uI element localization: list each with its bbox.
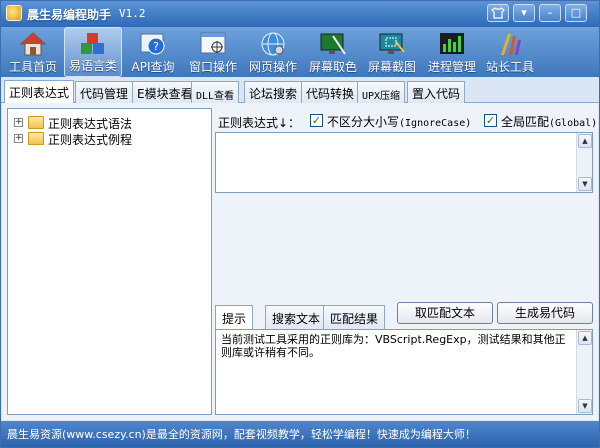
app-version: V1.2 xyxy=(119,7,146,20)
tab-regex[interactable]: 正则表达式 xyxy=(4,80,75,103)
shirt-icon xyxy=(491,7,505,19)
toolbar-item-elang[interactable]: 易语言类 xyxy=(64,27,122,77)
expand-icon[interactable]: + xyxy=(14,134,23,143)
house-icon xyxy=(19,32,47,56)
subtab-search-text[interactable]: 搜索文本 xyxy=(265,305,328,329)
tab-emodule-view[interactable]: E模块查看 xyxy=(132,81,198,103)
minimize-button[interactable]: – xyxy=(539,4,561,22)
title-bar: 晨生易编程助手 V1.2 ▾ – □ xyxy=(1,1,599,27)
help-window-icon: ? xyxy=(140,33,165,55)
ignore-case-hint: (IgnoreCase) xyxy=(399,118,472,129)
menu-icon: ▾ xyxy=(521,6,527,19)
subtab-match-result[interactable]: 匹配结果 xyxy=(323,305,386,329)
result-textbox[interactable]: 当前测试工具采用的正则库为：VBScript.RegExp，测试结果和其他正则库… xyxy=(215,329,593,415)
tab-code-convert[interactable]: 代码转换 xyxy=(301,81,360,103)
global-label: 全局匹配 xyxy=(501,115,550,129)
tab-insert-code[interactable]: 置入代码 xyxy=(407,81,466,103)
scroll-down-icon[interactable]: ▼ xyxy=(578,177,592,191)
toolbar-item-process[interactable]: 进程管理 xyxy=(425,27,479,77)
app-logo-icon xyxy=(6,5,22,21)
checkbox-check-icon: ✓ xyxy=(484,114,497,127)
global-hint: (Global) xyxy=(549,118,598,129)
toolbar-label-color: 屏幕取色 xyxy=(308,60,357,74)
regex-panel: + 正则表达式语法 + 正则表达式例程 正则表达式↓： ✓ 不区分大小写(Ign… xyxy=(2,103,598,420)
status-text: 晨生易资源(www.csezy.cn)是最全的资源网，配套视频教学，轻松学编程！… xyxy=(7,428,476,441)
process-chart-icon xyxy=(440,33,464,54)
toolbar-item-web[interactable]: 网页操作 xyxy=(245,27,301,77)
toolbar-label-home: 工具首页 xyxy=(8,60,57,74)
regex-input-scrollbar[interactable]: ▲ ▼ xyxy=(576,133,592,192)
color-picker-icon xyxy=(320,33,346,55)
status-bar: 晨生易资源(www.csezy.cn)是最全的资源网，配套视频教学，轻松学编程！… xyxy=(1,421,599,447)
toolbar-label-screenshot: 屏幕截图 xyxy=(367,60,416,74)
folder-icon xyxy=(28,132,44,145)
maximize-icon: □ xyxy=(570,6,582,19)
main-toolbar: 工具首页 易语言类 ? API查询 窗口操作 网页操作 屏幕取色 屏幕截图 进程… xyxy=(1,27,599,77)
regex-input[interactable]: ▲ ▼ xyxy=(215,132,593,193)
tab-dll-view[interactable]: DLL查看 xyxy=(191,81,240,103)
toolbar-item-color[interactable]: 屏幕取色 xyxy=(306,27,360,77)
toolbar-item-home[interactable]: 工具首页 xyxy=(5,27,61,77)
webmaster-tools-icon xyxy=(501,34,521,55)
app-window: 晨生易编程助手 V1.2 ▾ – □ 工具首页 易语言类 ? API查询 窗口操… xyxy=(0,0,600,448)
regex-tree-view[interactable]: + 正则表达式语法 + 正则表达式例程 xyxy=(7,108,212,415)
result-scrollbar[interactable]: ▲ ▼ xyxy=(576,330,592,414)
toolbar-item-api[interactable]: ? API查询 xyxy=(126,27,180,77)
toolbar-item-webmaster[interactable]: 站长工具 xyxy=(483,27,537,77)
toolbar-label-window: 窗口操作 xyxy=(188,60,237,74)
scroll-down-icon[interactable]: ▼ xyxy=(578,399,592,413)
maximize-button[interactable]: □ xyxy=(565,4,587,22)
folder-icon xyxy=(28,116,44,129)
tab-upx-compress[interactable]: UPX压缩 xyxy=(357,81,406,103)
get-match-text-button[interactable]: 取匹配文本 xyxy=(397,302,493,324)
app-title: 晨生易编程助手 xyxy=(27,8,112,22)
ignore-case-label: 不区分大小写 xyxy=(327,115,400,129)
result-text: 当前测试工具采用的正则库为：VBScript.RegExp，测试结果和其他正则库… xyxy=(221,333,566,359)
tree-item-label: 正则表达式例程 xyxy=(48,133,133,147)
toolbar-item-window[interactable]: 窗口操作 xyxy=(185,27,241,77)
expand-icon[interactable]: + xyxy=(14,118,23,127)
svg-text:?: ? xyxy=(153,40,159,53)
toolbar-label-process: 进程管理 xyxy=(427,60,476,74)
menu-button[interactable]: ▾ xyxy=(513,4,535,22)
toolbar-label-elang: 易语言类 xyxy=(68,59,117,73)
tab-code-manage[interactable]: 代码管理 xyxy=(75,81,134,103)
tab-forum-search[interactable]: 论坛搜索 xyxy=(244,81,303,103)
toolbar-item-screenshot[interactable]: 屏幕截图 xyxy=(365,27,419,77)
skin-button[interactable] xyxy=(487,4,509,22)
toolbar-label-api: API查询 xyxy=(131,60,175,74)
globe-icon xyxy=(261,32,285,56)
scroll-up-icon[interactable]: ▲ xyxy=(578,134,592,148)
minimize-icon: – xyxy=(547,6,553,19)
tree-item-label: 正则表达式语法 xyxy=(48,117,133,131)
scroll-up-icon[interactable]: ▲ xyxy=(578,331,592,345)
toolbar-label-web: 网页操作 xyxy=(248,60,297,74)
regex-label: 正则表达式↓： xyxy=(218,116,301,130)
main-tab-strip: 正则表达式 代码管理 E模块查看 DLL查看 论坛搜索 代码转换 UPX压缩 置… xyxy=(1,80,599,103)
toolbar-label-webmaster: 站长工具 xyxy=(485,60,534,74)
blocks-icon xyxy=(81,33,104,54)
ignore-case-label-group: 不区分大小写(IgnoreCase) xyxy=(327,113,471,130)
screenshot-icon xyxy=(379,33,405,54)
subtab-hint[interactable]: 提示 xyxy=(215,305,254,329)
window-target-icon xyxy=(200,32,226,54)
checkbox-check-icon: ✓ xyxy=(310,114,323,127)
global-label-group: 全局匹配(Global) xyxy=(501,113,597,130)
generate-e-code-button[interactable]: 生成易代码 xyxy=(497,302,593,324)
